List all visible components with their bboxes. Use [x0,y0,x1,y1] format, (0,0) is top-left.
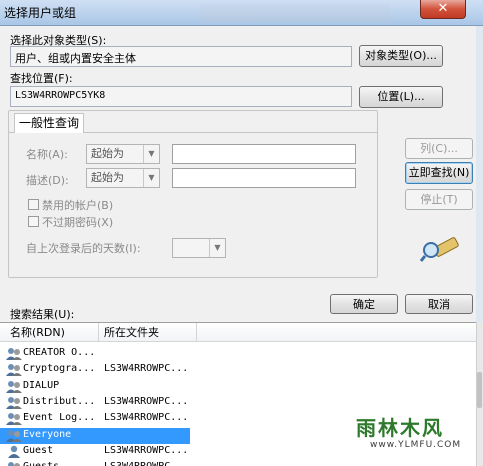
group-icon [6,380,22,394]
table-row[interactable]: Cryptogra... LS3W4RROWPC... [0,362,190,378]
window-edge [476,26,483,322]
chevron-down-icon: ▼ [143,169,159,187]
description-mode-value: 起始为 [91,171,124,184]
disabled-accounts-checkbox[interactable] [28,199,39,210]
column-separator[interactable] [98,323,99,342]
row-folder: LS3W4RROWPC... [104,412,189,424]
group-icon [6,396,22,410]
table-row[interactable]: Event Log... LS3W4RROWPC... [0,411,190,427]
ok-button[interactable]: 确定 [330,294,398,314]
table-row[interactable]: GuestsLS3W4RROWPC... [0,460,190,466]
group-icon [6,363,22,377]
window-title: 选择用户或组 [4,6,77,20]
table-row[interactable]: DIALUP [0,379,190,395]
non-expiring-password-checkbox[interactable] [28,216,39,227]
days-since-logon-label: 自上次登录后的天数(I): [26,242,141,255]
watermark-url: www.YLMFU.COM [370,440,462,450]
row-folder: LS3W4RROWPC... [104,461,194,466]
table-row[interactable]: Everyone [0,427,190,444]
row-name: Event Log... [23,412,96,424]
background-window-ghost [200,4,390,22]
location-label: 查找位置(F): [10,72,73,85]
row-folder: LS3W4RROWPC... [104,444,189,456]
row-name: CREATOR O... [23,347,96,358]
name-label: 名称(A): [26,148,68,161]
row-name: DIALUP [23,379,60,391]
group-icon [6,347,22,361]
row-folder: LS3W4RROWPC... [104,363,189,375]
name-mode-select[interactable]: 起始为 ▼ [86,144,160,164]
chevron-down-icon: ▼ [209,239,225,257]
table-row[interactable]: CREATOR O... [0,346,190,362]
results-column-header [0,323,476,342]
close-button[interactable]: ✕ [420,0,466,19]
locations-button[interactable]: 位置(L)... [359,86,443,108]
tab-common-queries[interactable]: 一般性查询 [14,113,84,133]
days-since-logon-select[interactable]: ▼ [172,238,226,258]
user-icon [6,445,22,459]
row-folder: LS3W4RROWPC... [104,395,189,407]
search-flashlight-icon [420,237,459,262]
location-field: LS3W4RROWPC5YK8 [10,86,352,107]
description-label: 描述(D): [26,174,69,187]
group-icon [6,461,22,466]
name-mode-value: 起始为 [91,147,124,160]
row-name: Guests [23,461,103,466]
description-mode-select[interactable]: 起始为 ▼ [86,168,160,188]
row-name: Distribut... [23,395,96,407]
table-row[interactable]: Distribut... LS3W4RROWPC... [0,395,190,411]
column-separator[interactable] [196,323,197,342]
columns-button[interactable]: 列(C)... [405,138,473,159]
object-types-button[interactable]: 对象类型(O)... [359,45,443,67]
group-icon [6,429,22,443]
row-name: Guest [23,444,54,456]
row-name: Everyone [23,428,72,440]
column-header-folder[interactable]: 所在文件夹 [104,324,159,342]
name-input[interactable] [172,144,356,164]
non-expiring-password-label: 不过期密码(X) [42,216,114,229]
description-input[interactable] [172,168,356,188]
group-icon [6,412,22,426]
disabled-accounts-label: 禁用的帐户(B) [42,199,114,212]
watermark-logo-text: 雨林木风 [356,416,444,440]
cancel-button[interactable]: 取消 [405,294,473,314]
scrollbar-thumb[interactable] [477,372,482,408]
table-row[interactable]: Guest LS3W4RROWPC... [0,444,190,460]
stop-button[interactable]: 停止(T) [405,189,473,210]
object-type-field: 用户、组或内置安全主体 [10,46,352,67]
row-name: Cryptogra... [23,363,96,375]
column-header-name[interactable]: 名称(RDN) [10,324,65,342]
search-results-label: 搜索结果(U): [10,308,75,321]
find-now-button[interactable]: 立即查找(N) [405,162,473,184]
chevron-down-icon: ▼ [143,145,159,163]
